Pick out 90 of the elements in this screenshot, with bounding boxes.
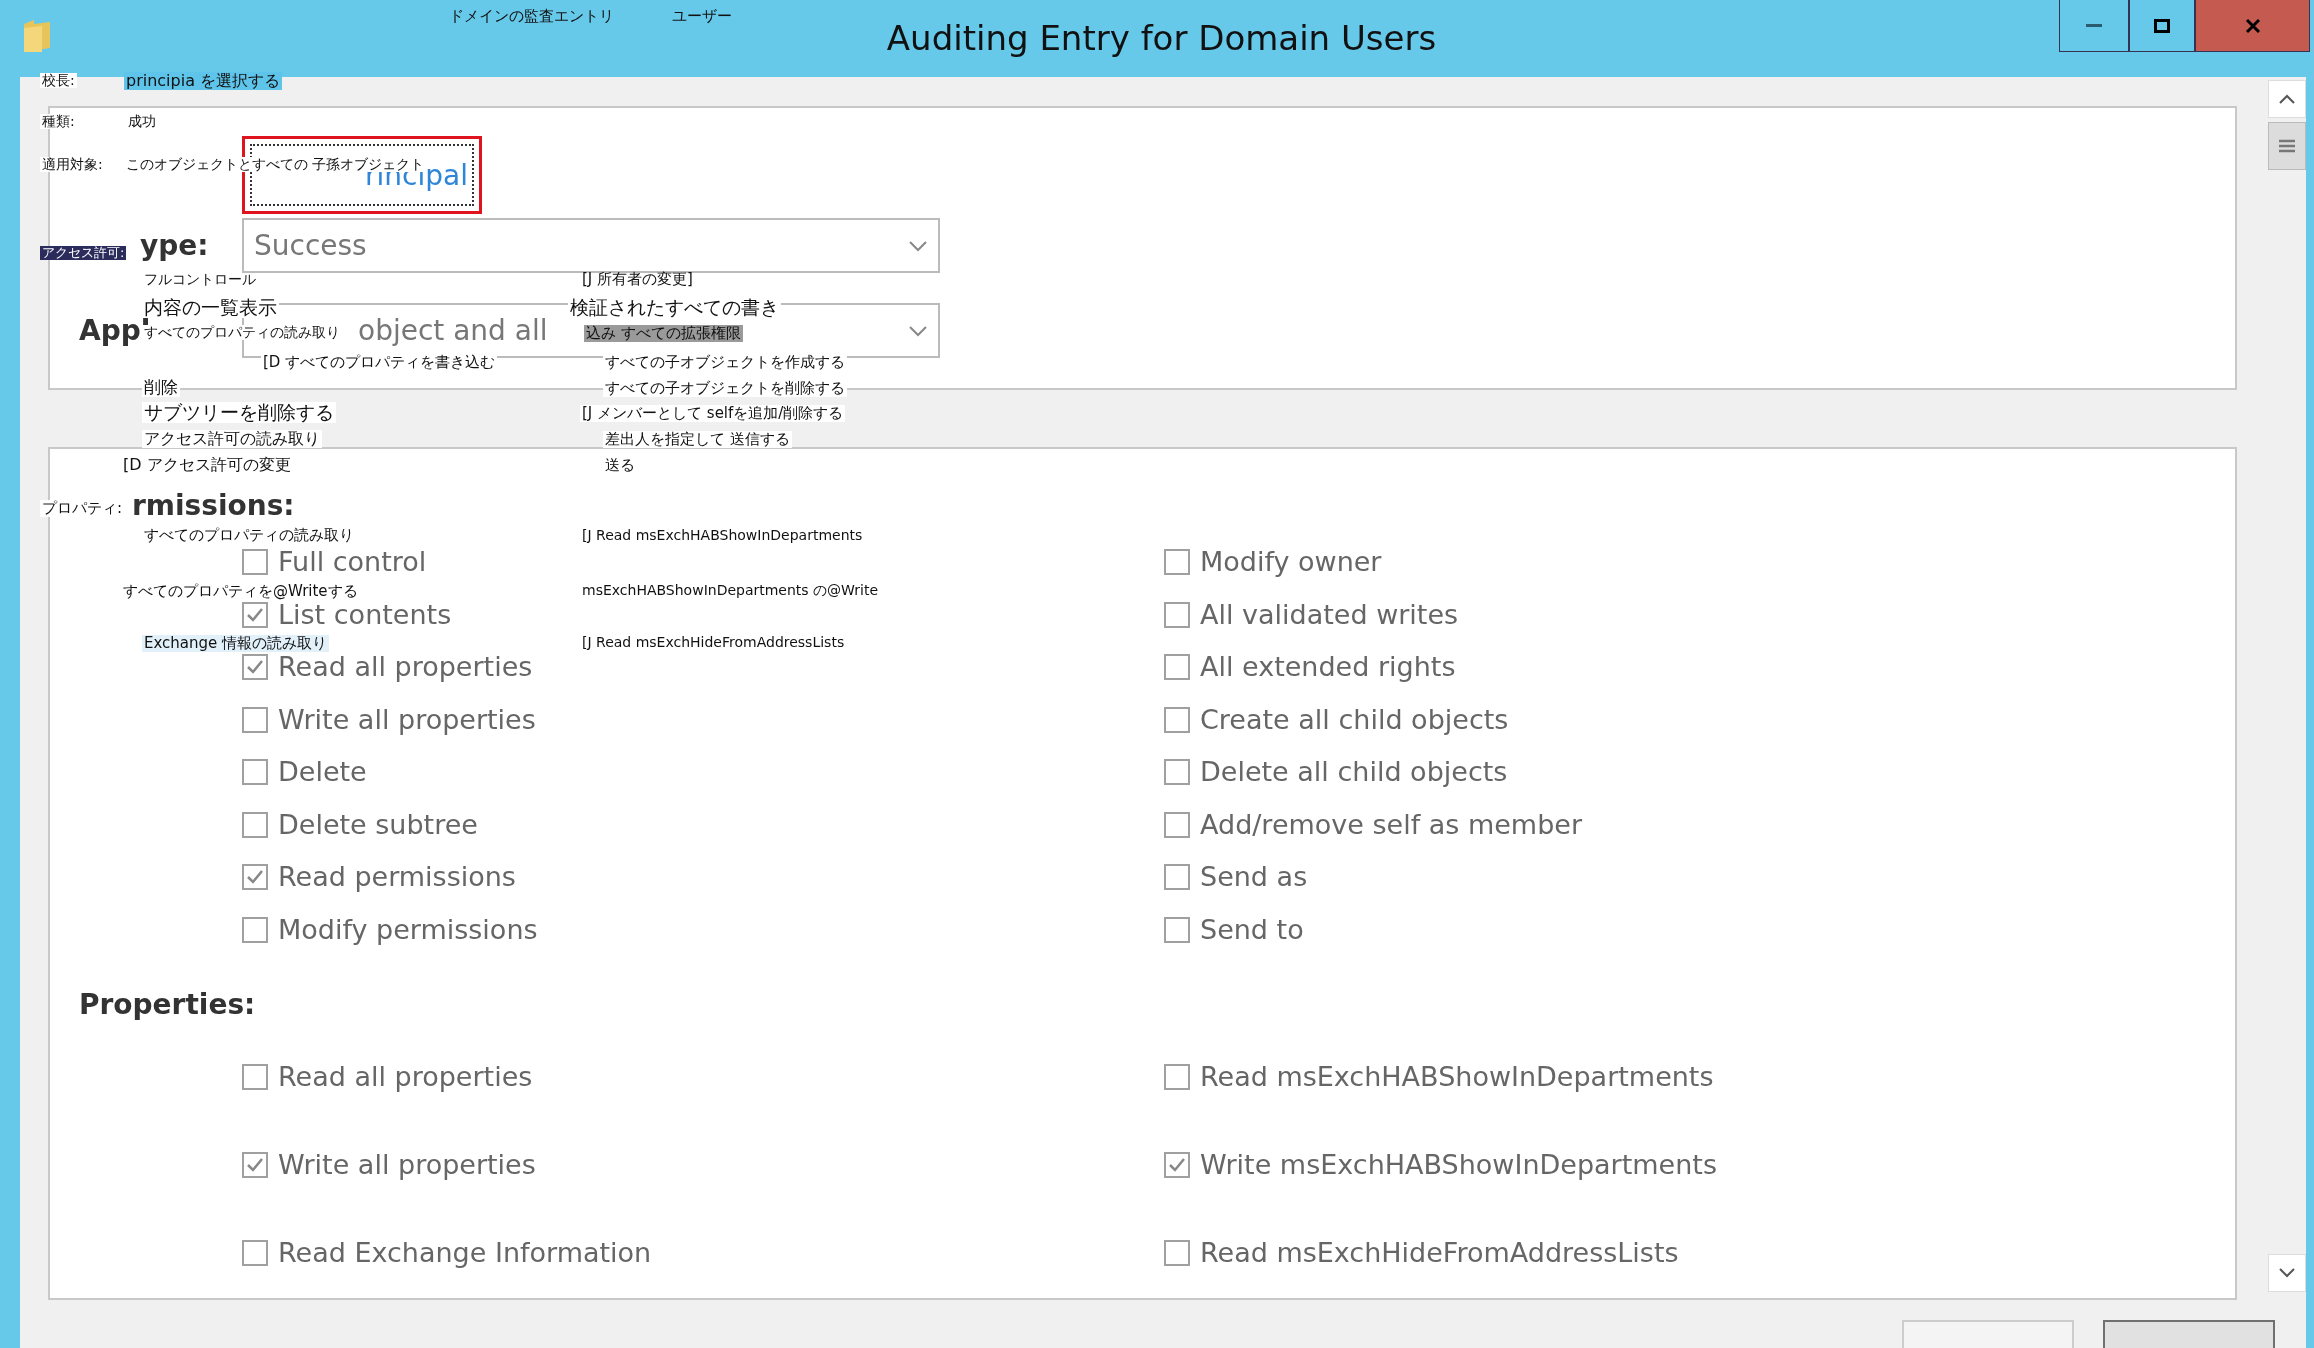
translation-tooltip: [J メンバーとして selfを追加/削除する	[580, 405, 846, 422]
translation-label: ユーザー	[671, 8, 733, 25]
permission-option[interactable]: Full control	[242, 547, 427, 578]
checkbox[interactable]	[1164, 1240, 1190, 1266]
translation-tooltip: [J Read msExchHideFromAddressLists	[580, 635, 847, 651]
property-option[interactable]: Read msExchHABShowInDepartments	[1164, 1062, 1714, 1092]
translation-tooltip: サブツリーを削除する	[142, 402, 336, 423]
checkbox[interactable]	[242, 601, 268, 628]
checkbox[interactable]	[1164, 1064, 1190, 1090]
checkbox[interactable]	[1164, 601, 1190, 628]
minimize-icon	[2086, 23, 2102, 28]
translation-tooltip: principia を選択する	[124, 72, 283, 90]
property-option[interactable]: Read msExchHideFromAddressLists	[1164, 1238, 1679, 1268]
permission-option[interactable]: Write all properties	[242, 704, 536, 735]
permissions-label: rmissions:	[132, 489, 295, 522]
translation-label: 成功	[127, 114, 157, 130]
type-label: ype:	[140, 229, 209, 262]
translation-tooltip: [D すべてのプロパティを書き込む	[261, 354, 498, 371]
permission-option[interactable]: Read permissions	[242, 862, 516, 893]
translation-tooltip: Exchange 情報の読み取り	[142, 635, 330, 652]
checkbox[interactable]	[1164, 1152, 1190, 1178]
check-icon	[1168, 1156, 1186, 1174]
property-option[interactable]: Write msExchHABShowInDepartments	[1164, 1150, 1717, 1180]
permission-option[interactable]: Delete subtree	[242, 809, 478, 840]
checkbox[interactable]	[242, 811, 268, 838]
checkbox[interactable]	[242, 549, 268, 576]
permission-option[interactable]: Modify owner	[1164, 547, 1382, 578]
checkbox[interactable]	[242, 916, 268, 943]
permission-option[interactable]: All validated writes	[1164, 599, 1459, 630]
translation-tooltip: 検証されたすべての書き	[568, 297, 781, 318]
translation-tooltip: [J Read msExchHABShowInDepartments	[580, 528, 865, 544]
translation-tooltip: すべての子オブジェクトを作成する	[603, 354, 847, 371]
translation-tooltip: すべての子オブジェクトを削除する	[603, 380, 847, 397]
scrollbar-thumb[interactable]	[2268, 122, 2306, 170]
permission-option[interactable]: Read all properties	[242, 652, 533, 683]
checkbox[interactable]	[242, 1240, 268, 1266]
checkbox[interactable]	[242, 1152, 268, 1178]
checkbox[interactable]	[1164, 549, 1190, 576]
permission-option[interactable]: List contents	[242, 599, 452, 630]
translation-tooltip: アクセス許可の読み取り	[142, 430, 322, 448]
translation-label: ドメインの監査エントリ	[448, 8, 615, 25]
checkbox[interactable]	[1164, 654, 1190, 681]
translation-tooltip: 内容の一覧表示	[142, 297, 279, 318]
scroll-down-button[interactable]	[2268, 1254, 2306, 1292]
checkbox[interactable]	[242, 706, 268, 733]
translation-tooltip: 種類:	[40, 114, 77, 130]
translation-tooltip: アクセス許可:	[40, 246, 127, 261]
chevron-down-icon	[908, 239, 928, 252]
checkbox[interactable]	[242, 1064, 268, 1090]
minimize-button[interactable]	[2059, 0, 2129, 52]
permission-option[interactable]: Modify permissions	[242, 914, 538, 945]
checkbox[interactable]	[1164, 864, 1190, 891]
close-icon	[2244, 17, 2261, 34]
translation-tooltip: 差出人を指定して 送信する	[603, 431, 792, 448]
grip-icon	[2279, 139, 2295, 153]
checkbox[interactable]	[1164, 706, 1190, 733]
property-option[interactable]: Write all properties	[242, 1150, 536, 1180]
properties-label: Properties:	[79, 988, 256, 1021]
maximize-icon	[2154, 18, 2170, 33]
chevron-down-icon	[908, 324, 928, 337]
translation-label: フルコントロール	[143, 272, 257, 288]
translation-tooltip: [D アクセス許可の変更	[121, 456, 293, 474]
checkbox[interactable]	[1164, 916, 1190, 943]
translation-tooltip: 校長:	[40, 73, 77, 89]
property-option[interactable]: Read Exchange Information	[242, 1238, 652, 1268]
checkbox[interactable]	[242, 864, 268, 891]
check-icon	[246, 1156, 264, 1174]
permission-option[interactable]: All extended rights	[1164, 652, 1456, 683]
checkbox[interactable]	[1164, 759, 1190, 786]
translation-tooltip: 削除	[142, 378, 180, 397]
permission-option[interactable]: Send as	[1164, 862, 1308, 893]
translation-tooltip: 適用対象:	[40, 157, 105, 173]
checkbox[interactable]	[242, 654, 268, 681]
translation-tooltip: msExchHABShowInDepartments の@Write	[580, 583, 881, 599]
permission-option[interactable]: Delete all child objects	[1164, 757, 1508, 788]
scroll-up-button[interactable]	[2268, 80, 2306, 118]
folder-icon	[22, 18, 52, 54]
permission-option[interactable]: Send to	[1164, 914, 1304, 945]
maximize-button[interactable]	[2129, 0, 2195, 52]
chevron-up-icon	[2278, 94, 2296, 104]
chevron-down-icon	[2278, 1268, 2296, 1278]
checkbox[interactable]	[1164, 811, 1190, 838]
checkbox[interactable]	[242, 759, 268, 786]
permission-option[interactable]: Add/remove self as member	[1164, 809, 1582, 840]
translation-label: [J 所有者の変更]	[581, 271, 694, 288]
permission-option[interactable]: Delete	[242, 757, 367, 788]
window-title: Auditing Entry for Domain Users	[886, 18, 1437, 58]
property-option[interactable]: Read all properties	[242, 1062, 533, 1092]
translation-tooltip: 込み すべての拡張権限	[584, 325, 743, 342]
permission-option[interactable]: Create all child objects	[1164, 704, 1509, 735]
